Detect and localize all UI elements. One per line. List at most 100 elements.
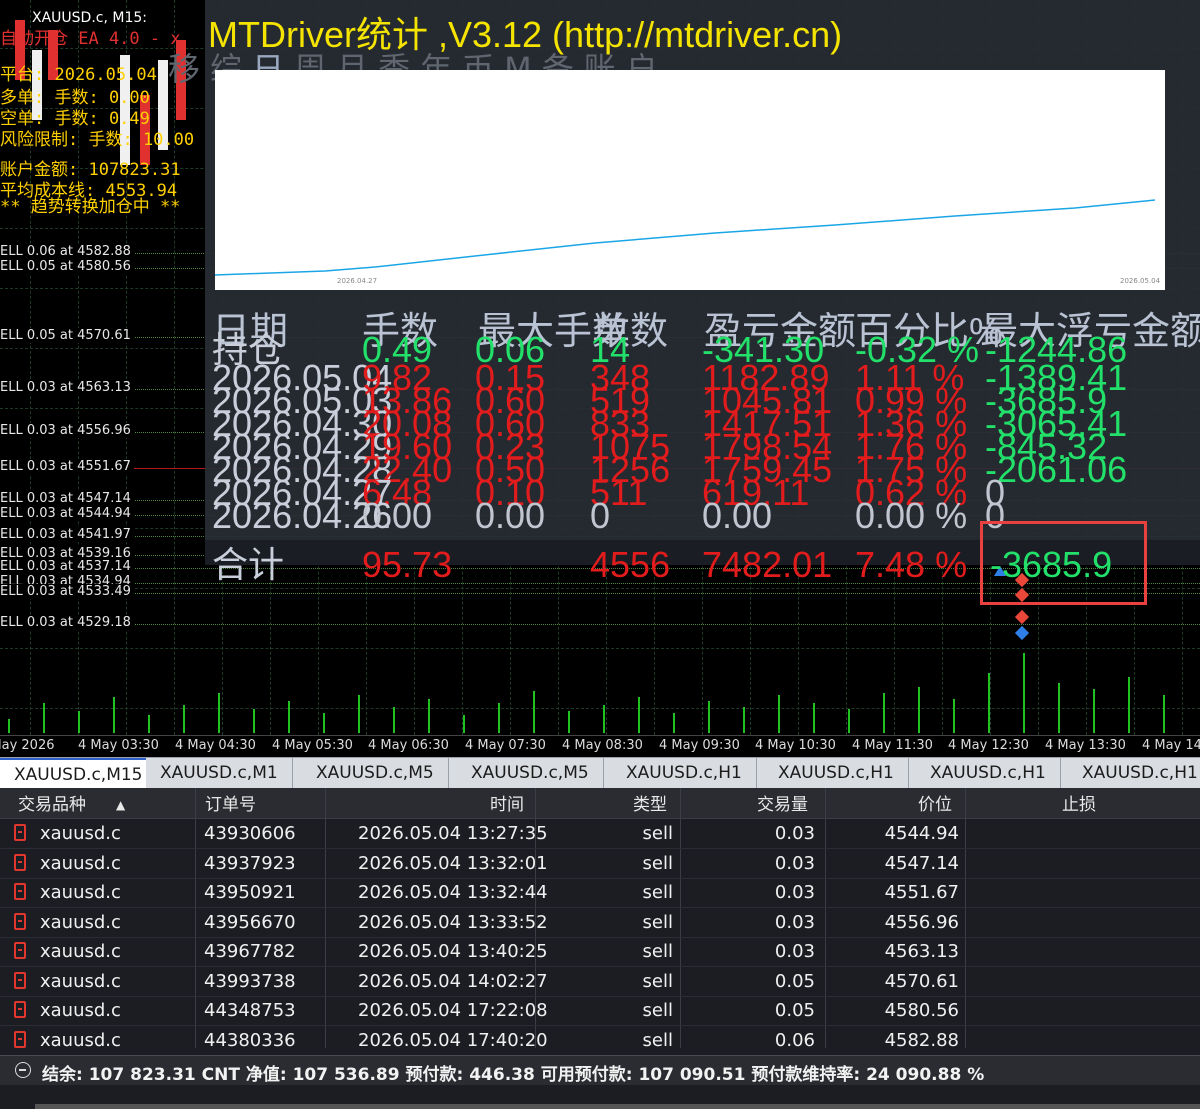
- order-level-label: ELL 0.03 at 4556.96: [0, 423, 134, 438]
- volume-bar: [323, 713, 325, 733]
- time-axis-label: 4 May 06:30: [368, 738, 449, 753]
- trade-column-header[interactable]: 类型: [633, 790, 667, 820]
- trade-cell-time: 2026.05.04 13:27:35: [358, 823, 548, 844]
- ea-line: ** 趋势转换加仓中 **: [0, 197, 181, 217]
- trade-cell-time: 2026.05.04 13:33:52: [358, 911, 548, 933]
- trade-column-header[interactable]: 价位: [918, 790, 952, 820]
- volume-bar: [1023, 653, 1025, 733]
- stats-total-cell: 7482.01: [702, 544, 833, 585]
- order-document-icon: [14, 1001, 26, 1018]
- order-level-label: ELL 0.05 at 4570.61: [0, 328, 134, 343]
- volume-bar: [253, 709, 255, 733]
- trade-cell-volume: 0.05: [774, 1000, 815, 1021]
- horizontal-scrollbar[interactable]: [35, 1104, 1200, 1109]
- chart-tab[interactable]: XAUUSD.c,M5: [302, 758, 449, 788]
- ea-line: 自动开仓 EA 4.0 - x: [0, 29, 181, 49]
- trade-column-header[interactable]: 订单号: [205, 790, 256, 820]
- volume-bar: [848, 709, 850, 733]
- trade-cell-volume: 0.03: [774, 911, 815, 933]
- chart-tab[interactable]: XAUUSD.c,M5: [457, 758, 604, 788]
- trade-cell-price: 4551.67: [884, 882, 959, 903]
- chart-tab[interactable]: XAUUSD.c,M15: [0, 758, 158, 788]
- trade-row[interactable]: xauusd.c 43937923 2026.05.04 13:32:01 sell 0…: [0, 849, 1200, 879]
- ea-line: 风险限制: 手数: 10.00: [0, 130, 195, 150]
- trade-column-header[interactable]: 交易量: [757, 790, 808, 820]
- stats-cell: 0.00: [362, 495, 433, 536]
- trade-cell-volume: 0.03: [774, 941, 815, 962]
- time-axis-label: 4 May 04:30: [175, 738, 256, 753]
- trade-cell-order: 43967782: [204, 941, 296, 962]
- order-level-label: ELL 0.05 at 4580.56: [0, 259, 134, 274]
- order-level-label: ELL 0.03 at 4551.67: [0, 459, 134, 474]
- trade-cell-time: 2026.05.04 13:32:01: [358, 852, 548, 874]
- trade-row[interactable]: xauusd.c 43930606 2026.05.04 13:27:35 sell 0…: [0, 819, 1200, 849]
- chart-tab[interactable]: XAUUSD.c,H1: [1068, 758, 1200, 788]
- trade-cell-symbol: xauusd.c: [40, 970, 121, 992]
- volume-bar: [708, 701, 710, 733]
- trade-cell-price: 4570.61: [884, 970, 959, 992]
- volume-bar: [113, 697, 115, 733]
- volume-bar: [988, 673, 990, 733]
- order-level-line: [0, 624, 1200, 625]
- chart-tab[interactable]: XAUUSD.c,H1: [916, 758, 1061, 788]
- time-axis-label: 4 May 10:30: [755, 738, 836, 753]
- trade-row[interactable]: xauusd.c 43950921 2026.05.04 13:32:44 sell 0…: [0, 878, 1200, 908]
- account-summary-text: 结余: 107 823.31 CNT 净值: 107 536.89 预付款: 4…: [42, 1065, 985, 1085]
- trade-cell-type: sell: [642, 1000, 673, 1021]
- trade-cell-price: 4580.56: [884, 1000, 959, 1021]
- stats-cell: 0.00 %: [855, 495, 968, 536]
- chart-tab[interactable]: XAUUSD.c,H1: [612, 758, 757, 788]
- chart-tab[interactable]: XAUUSD.c,H1: [764, 758, 909, 788]
- trade-column-header[interactable]: 时间: [490, 790, 524, 820]
- trade-cell-order: 43950921: [204, 882, 296, 903]
- stats-total-cell: 7.48 %: [855, 544, 968, 585]
- time-axis-label: 4 May 07:30: [465, 738, 546, 753]
- trade-row[interactable]: xauusd.c 43967782 2026.05.04 13:40:25 sell 0…: [0, 937, 1200, 967]
- volume-bar: [428, 699, 430, 733]
- order-level-label: ELL 0.03 at 4547.14: [0, 491, 134, 506]
- time-axis-label: lay 2026: [0, 738, 55, 753]
- stats-total-cell: 4556: [590, 544, 671, 585]
- buy-marker-icon: [1014, 625, 1030, 641]
- chart-tab[interactable]: XAUUSD.c,M1: [146, 758, 293, 788]
- stats-total-cell: 95.73: [362, 544, 453, 585]
- volume-bar: [743, 707, 745, 733]
- trade-cell-price: 4544.94: [884, 823, 959, 844]
- stats-cell: 0.00: [702, 495, 773, 536]
- trade-row[interactable]: xauusd.c 44380336 2026.05.04 17:40:20 sell 0…: [0, 1026, 1200, 1056]
- volume-bar: [813, 703, 815, 733]
- trade-column-header[interactable]: 交易品种: [18, 790, 86, 820]
- trade-cell-type: sell: [642, 970, 673, 992]
- volume-bar: [953, 699, 955, 733]
- time-axis-label: 4 May 08:30: [562, 738, 643, 753]
- volume-bar: [8, 719, 10, 733]
- stats-tab[interactable]: 移: [168, 50, 204, 88]
- volume-bar: [883, 693, 885, 733]
- account-summary-bar: 结余: 107 823.31 CNT 净值: 107 536.89 预付款: 4…: [0, 1055, 1200, 1086]
- trade-cell-type: sell: [642, 941, 673, 962]
- trade-cell-type: sell: [642, 911, 673, 933]
- volume-bar: [603, 705, 605, 733]
- trade-cell-volume: 0.03: [774, 823, 815, 844]
- sort-ascending-icon[interactable]: ▲: [116, 790, 125, 820]
- trade-cell-price: 4556.96: [884, 911, 959, 933]
- trade-cell-order: 43956670: [204, 911, 296, 933]
- time-axis-label: 4 May 14: [1142, 738, 1200, 753]
- trade-cell-symbol: xauusd.c: [40, 882, 121, 903]
- trade-cell-price: 4563.13: [884, 941, 959, 962]
- order-level-label: ELL 0.03 at 4541.97: [0, 527, 134, 542]
- collapse-icon[interactable]: [15, 1062, 31, 1078]
- order-document-icon: [14, 912, 26, 930]
- grid-line: [0, 648, 1200, 649]
- trade-cell-price: 4547.14: [884, 852, 959, 874]
- max-float-loss-highlight: [980, 521, 1147, 605]
- chart-tab-bar: XAUUSD.c,M15 XAUUSD.c,M1 XAUUSD.c,M5 XAUUSD…: [0, 757, 1200, 789]
- trade-row[interactable]: xauusd.c 44348753 2026.05.04 17:22:08 sell 0…: [0, 996, 1200, 1026]
- order-level-label: ELL 0.06 at 4582.88: [0, 244, 134, 259]
- trade-row[interactable]: xauusd.c 43993738 2026.05.04 14:02:27 sell 0…: [0, 967, 1200, 997]
- trade-row[interactable]: xauusd.c 43956670 2026.05.04 13:33:52 sell 0…: [0, 908, 1200, 938]
- trade-column-header[interactable]: 止损: [1062, 790, 1096, 820]
- trade-cell-symbol: xauusd.c: [40, 852, 121, 874]
- trade-cell-time: 2026.05.04 17:40:20: [358, 1029, 548, 1051]
- time-axis-label: 4 May 12:30: [948, 738, 1029, 753]
